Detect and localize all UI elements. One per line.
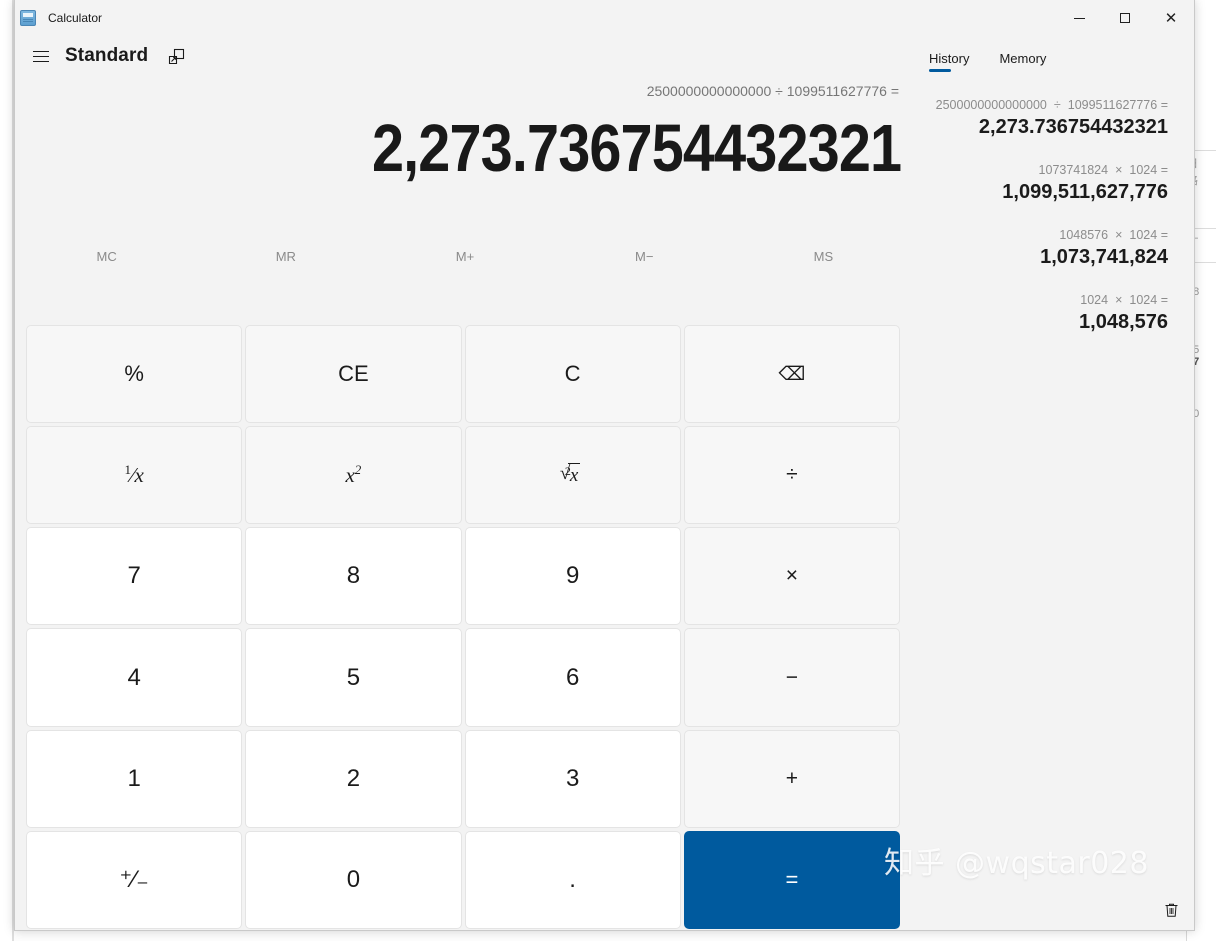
digit-3-button[interactable]: 3 bbox=[464, 729, 681, 828]
history-expression: 2500000000000000 ÷ 1099511627776 = bbox=[921, 98, 1168, 112]
history-operand-left: 2500000000000000 bbox=[935, 98, 1047, 112]
history-operand-left: 1024 bbox=[1080, 293, 1109, 307]
clear-button[interactable]: C bbox=[464, 325, 681, 424]
expression-display: 2500000000000000 ÷ 1099511627776 = bbox=[646, 83, 899, 99]
digit-2-button[interactable]: 2 bbox=[245, 729, 462, 828]
page-title: Standard bbox=[65, 45, 149, 66]
calculator-window: Calculator ✕ Standard 2500000000000000 ÷… bbox=[14, 0, 1195, 931]
clear-entry-button[interactable]: CE bbox=[245, 325, 462, 424]
app-title: Calculator bbox=[48, 11, 103, 25]
digit-5-button[interactable]: 5 bbox=[245, 628, 462, 727]
trash-icon bbox=[1165, 903, 1177, 917]
history-expression: 1048576 × 1024 = bbox=[921, 228, 1168, 242]
memory-recall-button[interactable]: MR bbox=[196, 236, 375, 276]
digit-9-button[interactable]: 9 bbox=[464, 527, 681, 626]
calculator-icon bbox=[20, 10, 36, 26]
result-display[interactable]: 2,273.736754432321 bbox=[141, 106, 915, 192]
history-item[interactable]: 1073741824 × 1024 = 1,099,511,627,776 bbox=[921, 153, 1168, 218]
title-bar[interactable]: Calculator ✕ bbox=[15, 0, 1194, 36]
square-root-label: 2 x bbox=[560, 463, 581, 487]
keep-on-top-button[interactable] bbox=[162, 42, 190, 70]
divide-button[interactable]: ÷ bbox=[683, 426, 900, 525]
history-equals-sign: = bbox=[1160, 228, 1168, 242]
memory-button-row: MC MR M+ M− MS bbox=[15, 236, 915, 276]
reciprocal-label: 1⁄x bbox=[124, 462, 144, 488]
equals-button[interactable]: = bbox=[683, 830, 900, 929]
add-button[interactable]: + bbox=[683, 729, 900, 828]
subtract-button[interactable]: − bbox=[683, 628, 900, 727]
history-operand-right: 1024 bbox=[1129, 228, 1158, 242]
history-result: 1,099,511,627,776 bbox=[1002, 181, 1168, 203]
side-panel-tabs: History Memory bbox=[915, 36, 1194, 75]
backspace-icon: ⌫ bbox=[778, 363, 806, 386]
memory-subtract-button[interactable]: M− bbox=[555, 236, 734, 276]
history-equals-sign: = bbox=[1160, 163, 1168, 177]
digit-7-button[interactable]: 7 bbox=[26, 527, 243, 626]
memory-store-button[interactable]: MS bbox=[734, 236, 913, 276]
history-operator: ÷ bbox=[1053, 98, 1061, 112]
digit-8-button[interactable]: 8 bbox=[245, 527, 462, 626]
digit-0-button[interactable]: 0 bbox=[245, 830, 462, 929]
minimize-button[interactable] bbox=[1056, 0, 1102, 36]
square-root-button[interactable]: 2 x bbox=[464, 426, 681, 525]
history-equals-sign: = bbox=[1160, 98, 1168, 112]
window-left-edge bbox=[0, 0, 14, 941]
history-operator: × bbox=[1115, 163, 1123, 177]
history-operator: × bbox=[1115, 228, 1123, 242]
memory-clear-button[interactable]: MC bbox=[17, 236, 196, 276]
window-controls: ✕ bbox=[1056, 0, 1194, 36]
close-icon: ✕ bbox=[1164, 8, 1178, 27]
history-operand-left: 1073741824 bbox=[1038, 163, 1109, 177]
history-list[interactable]: 2500000000000000 ÷ 1099511627776 = 2,273.7… bbox=[915, 88, 1194, 887]
decimal-point-button[interactable]: . bbox=[464, 830, 681, 929]
reciprocal-button[interactable]: 1⁄x bbox=[26, 426, 243, 525]
tab-history[interactable]: History bbox=[921, 48, 977, 75]
minimize-icon bbox=[1073, 17, 1085, 19]
backspace-button[interactable]: ⌫ bbox=[683, 325, 900, 424]
multiply-button[interactable]: × bbox=[683, 527, 900, 626]
calculator-panel: 2500000000000000 ÷ 1099511627776 = 2,273… bbox=[15, 76, 915, 930]
history-result: 1,048,576 bbox=[1079, 311, 1168, 333]
history-expression: 1073741824 × 1024 = bbox=[921, 163, 1168, 177]
clear-history-button[interactable] bbox=[1156, 895, 1186, 925]
percent-button[interactable]: % bbox=[26, 325, 243, 424]
history-item[interactable]: 1024 × 1024 = 1,048,576 bbox=[921, 283, 1168, 348]
history-operand-right: 1024 bbox=[1129, 163, 1158, 177]
keypad-grid: % CE C ⌫ 1⁄x x2 2 x ÷ 7 8 9 bbox=[26, 325, 900, 929]
plus-minus-button[interactable]: ⁺⁄₋ bbox=[26, 830, 243, 929]
history-operand-right: 1099511627776 bbox=[1067, 98, 1158, 112]
digit-6-button[interactable]: 6 bbox=[464, 628, 681, 727]
hamburger-menu-icon bbox=[33, 47, 49, 66]
close-button[interactable]: ✕ bbox=[1148, 0, 1194, 36]
maximize-button[interactable] bbox=[1102, 0, 1148, 36]
history-result: 2,273.736754432321 bbox=[978, 116, 1168, 138]
maximize-icon bbox=[1120, 13, 1130, 23]
square-button[interactable]: x2 bbox=[245, 426, 462, 525]
digit-1-button[interactable]: 1 bbox=[26, 729, 243, 828]
tab-memory[interactable]: Memory bbox=[991, 48, 1054, 75]
history-item[interactable]: 1048576 × 1024 = 1,073,741,824 bbox=[921, 218, 1168, 283]
history-operand-right: 1024 bbox=[1129, 293, 1158, 307]
keep-on-top-icon bbox=[168, 48, 184, 64]
history-expression: 1024 × 1024 = bbox=[921, 293, 1168, 307]
history-equals-sign: = bbox=[1160, 293, 1168, 307]
digit-4-button[interactable]: 4 bbox=[26, 628, 243, 727]
memory-add-button[interactable]: M+ bbox=[375, 236, 554, 276]
history-operator: × bbox=[1115, 293, 1123, 307]
side-panel: History Memory 2500000000000000 ÷ 10995116… bbox=[915, 36, 1194, 930]
square-label: x2 bbox=[345, 462, 362, 488]
history-operand-left: 1048576 bbox=[1059, 228, 1109, 242]
navigation-menu-button[interactable] bbox=[21, 38, 61, 74]
history-result: 1,073,741,824 bbox=[1040, 246, 1168, 268]
history-item[interactable]: 2500000000000000 ÷ 1099511627776 = 2,273.7… bbox=[921, 88, 1168, 153]
